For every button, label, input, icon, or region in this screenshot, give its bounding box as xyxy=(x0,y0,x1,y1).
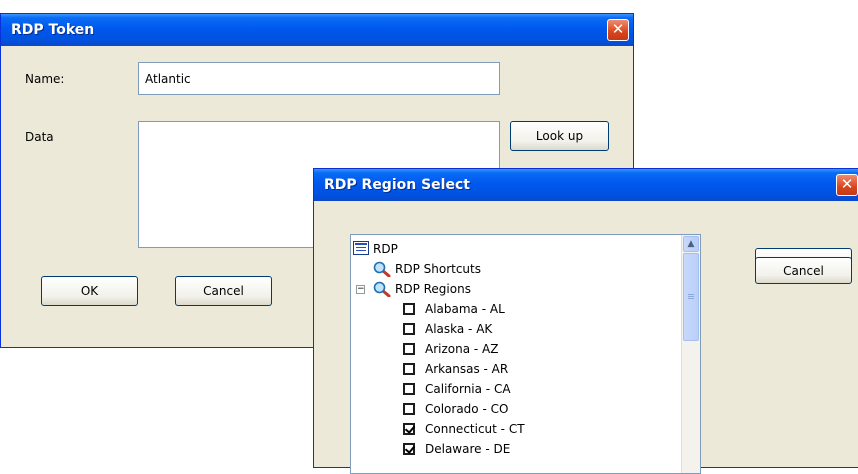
magnifier-icon xyxy=(373,261,391,277)
checked-checkbox[interactable] xyxy=(403,423,415,435)
tree-vertical-scrollbar[interactable]: ▲ xyxy=(681,235,700,473)
rdp-region-select-dialog: RDP Region Select ✕ OK Cancel RDP RDP Sh… xyxy=(313,168,858,474)
region-title-bar[interactable]: RDP Region Select ✕ xyxy=(314,169,858,201)
tree-root-rdp[interactable]: RDP xyxy=(351,239,681,259)
unchecked-checkbox[interactable] xyxy=(403,303,415,315)
lookup-button[interactable]: Look up xyxy=(510,121,609,151)
close-icon: ✕ xyxy=(840,175,854,193)
checked-checkbox[interactable] xyxy=(403,443,415,455)
tree-item-label: RDP xyxy=(373,242,398,256)
region-item-label: Alaska - AK xyxy=(425,322,493,336)
region-list-item[interactable]: Delaware - DE xyxy=(351,439,681,459)
region-list-item[interactable]: Alaska - AK xyxy=(351,319,681,339)
token-ok-button[interactable]: OK xyxy=(41,276,138,306)
region-dialog-title: RDP Region Select xyxy=(324,177,470,193)
collapse-icon[interactable]: − xyxy=(356,285,365,294)
region-cancel-button[interactable]: Cancel xyxy=(755,257,852,284)
tree-item-rdp-shortcuts[interactable]: RDP Shortcuts xyxy=(351,259,681,279)
name-input[interactable] xyxy=(138,62,500,95)
region-list-item[interactable]: California - CA xyxy=(351,379,681,399)
scroll-up-button[interactable]: ▲ xyxy=(683,236,699,252)
close-icon: ✕ xyxy=(611,20,625,38)
tree-item-label: RDP Shortcuts xyxy=(395,262,481,276)
name-label: Name: xyxy=(25,72,65,86)
scroll-thumb[interactable] xyxy=(683,253,699,341)
region-tree[interactable]: RDP RDP Shortcuts − RDP Regions Alabama … xyxy=(350,234,701,474)
unchecked-checkbox[interactable] xyxy=(403,383,415,395)
list-document-icon xyxy=(353,241,369,255)
region-list-item[interactable]: Arkansas - AR xyxy=(351,359,681,379)
tree-item-rdp-regions[interactable]: − RDP Regions xyxy=(351,279,681,299)
token-dialog-title: RDP Token xyxy=(11,22,95,38)
region-close-button[interactable]: ✕ xyxy=(836,174,858,196)
token-title-bar[interactable]: RDP Token ✕ xyxy=(1,14,633,46)
region-item-label: Delaware - DE xyxy=(425,442,511,456)
region-item-label: Colorado - CO xyxy=(425,402,509,416)
token-cancel-button[interactable]: Cancel xyxy=(175,276,272,306)
region-list-item[interactable]: Colorado - CO xyxy=(351,399,681,419)
region-item-label: Arizona - AZ xyxy=(425,342,499,356)
magnifier-icon xyxy=(373,281,391,297)
region-item-label: Arkansas - AR xyxy=(425,362,509,376)
region-list-item[interactable]: Arizona - AZ xyxy=(351,339,681,359)
tree-item-label: RDP Regions xyxy=(395,282,471,296)
unchecked-checkbox[interactable] xyxy=(403,403,415,415)
unchecked-checkbox[interactable] xyxy=(403,323,415,335)
data-label: Data xyxy=(25,130,54,144)
unchecked-checkbox[interactable] xyxy=(403,343,415,355)
unchecked-checkbox[interactable] xyxy=(403,363,415,375)
region-item-label: Connecticut - CT xyxy=(425,422,525,436)
region-list-item[interactable]: Alabama - AL xyxy=(351,299,681,319)
token-close-button[interactable]: ✕ xyxy=(607,19,629,41)
chevron-up-icon: ▲ xyxy=(687,239,695,249)
region-list-item[interactable]: Connecticut - CT xyxy=(351,419,681,439)
region-item-label: Alabama - AL xyxy=(425,302,505,316)
region-item-label: California - CA xyxy=(425,382,511,396)
